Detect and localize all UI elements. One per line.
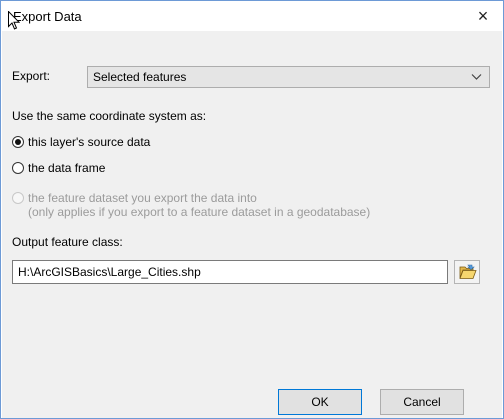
ok-button[interactable]: OK	[278, 389, 362, 415]
mouse-cursor-icon	[8, 11, 20, 30]
radio-data-frame-label: the data frame	[28, 161, 106, 175]
folder-open-icon	[459, 264, 477, 279]
radio-layer-source[interactable]: this layer's source data	[12, 135, 150, 149]
radio-feature-dataset: the feature dataset you export the data …	[12, 191, 370, 219]
export-data-dialog: Export Data × Export: Selected features …	[0, 0, 504, 419]
dialog-body: Export: Selected features Use the same c…	[2, 31, 502, 418]
radio-data-frame[interactable]: the data frame	[12, 161, 105, 175]
close-icon: ×	[477, 6, 489, 26]
radio-button-checked[interactable]	[12, 136, 24, 148]
coordinate-system-heading: Use the same coordinate system as:	[12, 109, 207, 123]
title-bar[interactable]: Export Data ×	[1, 1, 503, 31]
browse-button[interactable]	[454, 260, 480, 284]
radio-button[interactable]	[12, 162, 24, 174]
output-path-input[interactable]	[12, 260, 448, 284]
radio-feature-dataset-label: the feature dataset you export the data …	[28, 191, 257, 205]
radio-feature-dataset-text: the feature dataset you export the data …	[28, 191, 370, 219]
close-button[interactable]: ×	[463, 1, 503, 31]
radio-feature-dataset-note: (only applies if you export to a feature…	[28, 205, 371, 219]
export-dropdown[interactable]: Selected features	[87, 66, 490, 88]
dialog-title: Export Data	[13, 9, 82, 24]
chevron-down-icon	[471, 74, 482, 80]
radio-button-disabled	[12, 192, 24, 204]
export-label: Export:	[12, 69, 51, 83]
output-feature-class-label: Output feature class:	[12, 235, 123, 249]
export-dropdown-value: Selected features	[93, 70, 187, 84]
cancel-button[interactable]: Cancel	[380, 389, 464, 415]
radio-layer-source-label: this layer's source data	[28, 135, 151, 149]
